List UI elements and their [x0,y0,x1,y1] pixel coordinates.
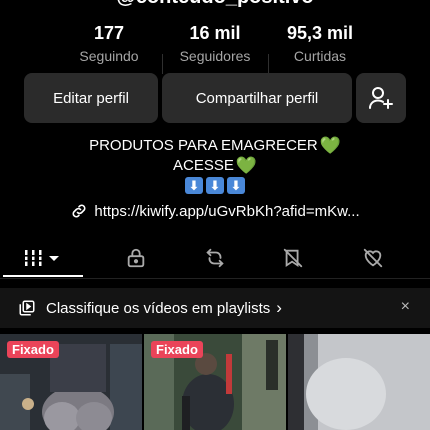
stats-row: 177 Seguindo 16 mil Seguidores 95,3 mil … [0,22,430,74]
playlist-icon [18,299,36,317]
profile-username: @conteudo_positivo [0,0,430,9]
stat-following-label: Seguindo [79,48,139,64]
stat-followers-value: 16 mil [189,23,241,43]
green-heart-icon: 💚 [319,136,341,155]
add-user-icon [369,87,393,109]
bio-line-1: PRODUTOS PARA EMAGRECER [89,137,318,154]
grid-icon [23,250,59,266]
green-heart-icon: 💚 [235,156,258,175]
stat-following-value: 177 [93,23,125,43]
share-profile-button[interactable]: Compartilhar perfil [162,73,352,123]
bio-line-2: ACESSE [172,157,234,174]
heart-icon [363,248,383,268]
video-thumbnail[interactable] [288,334,430,430]
tab-favorites[interactable] [250,240,336,276]
down-arrow-icon: ⬇ [185,177,203,194]
repost-icon [206,248,224,268]
stat-likes[interactable]: 95,3 mil Curtidas [265,22,375,66]
bio-arrows: ⬇ ⬇ ⬇ [0,177,430,194]
profile-link[interactable]: https://kiwify.app/uGvRbKh?afid=mKw... [0,202,430,220]
chevron-right-icon: › [276,298,282,317]
video-grid: Fixado Fixado [0,334,430,430]
profile-tabs [0,240,430,279]
stat-likes-label: Curtidas [293,48,347,64]
close-icon[interactable]: × [401,298,410,316]
edit-profile-button[interactable]: Editar perfil [24,73,158,123]
stat-followers[interactable]: 16 mil Seguidores [160,22,270,66]
lock-icon [127,248,145,268]
pinned-badge: Fixado [151,341,203,358]
add-user-button[interactable] [356,73,406,123]
bookmark-icon [283,248,303,268]
playlist-banner-text: Classifique os vídeos em playlists [46,299,271,317]
tab-reposts[interactable] [172,240,258,276]
link-icon [72,204,86,218]
profile-link-text: https://kiwify.app/uGvRbKh?afid=mKw... [94,202,360,220]
tab-liked[interactable] [330,240,416,276]
video-thumbnail[interactable]: Fixado [144,334,286,430]
profile-bio: PRODUTOS PARA EMAGRECER 💚 ACESSE 💚 ⬇ ⬇ ⬇ [0,136,430,194]
tab-private[interactable] [93,240,179,276]
tab-videos[interactable] [0,240,86,277]
stat-followers-label: Seguidores [179,48,251,64]
playlist-banner[interactable]: Classifique os vídeos em playlists › × [0,288,430,328]
stat-following[interactable]: 177 Seguindo [54,22,164,66]
pinned-badge: Fixado [7,341,59,358]
down-arrow-icon: ⬇ [206,177,224,194]
down-arrow-icon: ⬇ [227,177,245,194]
stat-likes-value: 95,3 mil [286,23,354,43]
video-thumbnail[interactable]: Fixado [0,334,142,430]
